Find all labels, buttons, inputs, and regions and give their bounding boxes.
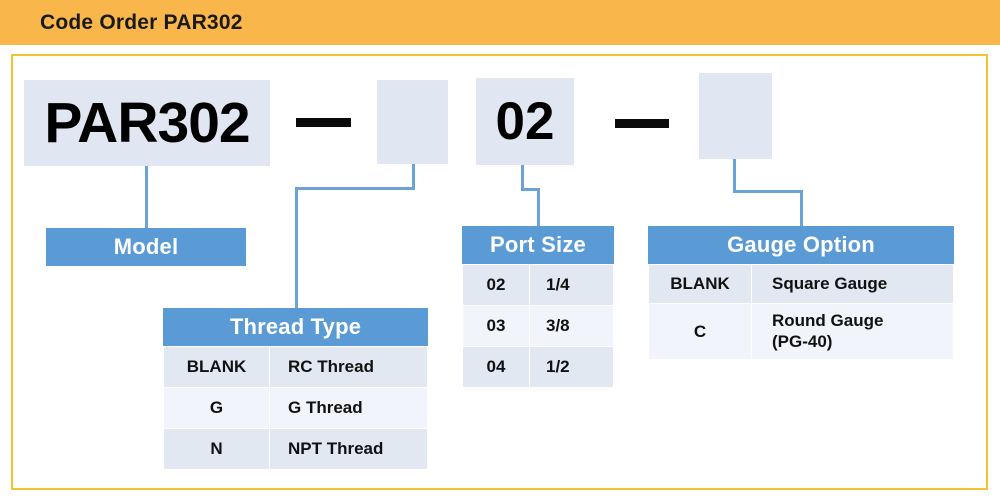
connector-thread-segment-3 — [295, 187, 298, 309]
cell-description: 1/2 — [529, 346, 614, 388]
cell-code: BLANK — [163, 346, 270, 388]
table-port-size: 02 1/4 03 3/8 04 1/2 — [462, 264, 614, 388]
group-header-thread-type: Thread Type — [163, 308, 428, 346]
cell-code: BLANK — [648, 264, 752, 304]
code-box-port: 02 — [476, 78, 574, 165]
table-row: BLANK RC Thread — [163, 346, 428, 388]
cell-description: NPT Thread — [269, 428, 428, 470]
table-row: N NPT Thread — [163, 428, 428, 470]
cell-code: C — [648, 303, 752, 360]
table-row: 04 1/2 — [462, 346, 614, 388]
table-row: C Round Gauge (PG-40) — [648, 303, 954, 360]
page-title: Code Order PAR302 — [40, 11, 243, 34]
connector-model — [145, 166, 148, 229]
cell-code: 04 — [462, 346, 530, 388]
code-box-model: PAR302 — [24, 80, 270, 166]
cell-description: RC Thread — [269, 346, 428, 388]
group-header-gauge-option: Gauge Option — [648, 226, 954, 264]
cell-code: 02 — [462, 264, 530, 306]
group-model: Model — [46, 228, 246, 266]
connector-gauge-segment-2 — [733, 190, 803, 193]
group-header-model: Model — [46, 228, 246, 266]
table-row: 02 1/4 — [462, 264, 614, 306]
separator-dash-2 — [615, 119, 669, 128]
cell-description: 3/8 — [529, 305, 614, 347]
cell-code: 03 — [462, 305, 530, 347]
code-order-diagram: Code Order PAR302 PAR302 02 Model Thread… — [0, 0, 1000, 500]
connector-gauge-segment-3 — [800, 190, 803, 226]
table-row: 03 3/8 — [462, 305, 614, 347]
connector-thread-segment-2 — [295, 187, 415, 190]
table-row: G G Thread — [163, 387, 428, 429]
connector-port-segment-3 — [537, 188, 540, 226]
cell-description: Square Gauge — [751, 264, 954, 304]
cell-description: Round Gauge (PG-40) — [751, 303, 954, 360]
cell-description: G Thread — [269, 387, 428, 429]
cell-code: G — [163, 387, 270, 429]
cell-description: 1/4 — [529, 264, 614, 306]
table-gauge-option: BLANK Square Gauge C Round Gauge (PG-40) — [648, 264, 954, 360]
group-gauge-option: Gauge Option BLANK Square Gauge C Round … — [648, 226, 954, 360]
separator-dash-1 — [296, 118, 351, 127]
table-row: BLANK Square Gauge — [648, 264, 954, 304]
code-box-thread — [377, 80, 448, 164]
cell-code: N — [163, 428, 270, 470]
group-port-size: Port Size 02 1/4 03 3/8 04 1/2 — [462, 226, 614, 388]
table-thread-type: BLANK RC Thread G G Thread N NPT Thread — [163, 346, 428, 470]
group-header-port-size: Port Size — [462, 226, 614, 264]
connector-gauge-segment-1 — [733, 159, 736, 193]
group-thread-type: Thread Type BLANK RC Thread G G Thread N… — [163, 308, 428, 470]
header-bar: Code Order PAR302 — [0, 0, 1000, 45]
code-box-gauge — [699, 73, 772, 159]
